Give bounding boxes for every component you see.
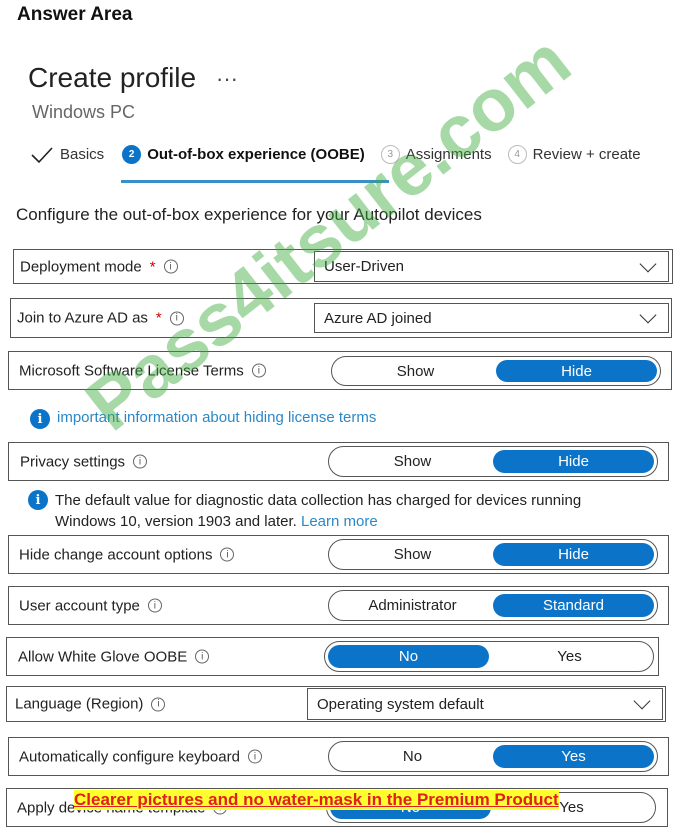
field-label: Deployment mode (20, 258, 142, 275)
privacy-toggle[interactable]: Show Hide (328, 446, 658, 477)
option-standard[interactable]: Standard (493, 594, 654, 617)
option-hide[interactable]: Hide (493, 450, 654, 473)
info-icon[interactable]: i (133, 454, 148, 469)
field-label: Allow White Glove OOBE (18, 648, 188, 665)
required-mark: * (149, 258, 156, 275)
join-azure-dropdown[interactable]: Azure AD joined (314, 303, 669, 333)
learn-more-link[interactable]: Learn more (301, 513, 378, 530)
user-account-type-toggle[interactable]: Administrator Standard (328, 590, 658, 621)
option-show[interactable]: Show (332, 543, 493, 566)
field-label: Automatically configure keyboard (19, 748, 240, 765)
keyboard-row: Automatically configure keyboard i No Yes (8, 737, 669, 776)
language-row: Language (Region) i Operating system defa… (6, 686, 666, 722)
active-tab-indicator (121, 180, 389, 183)
privacy-row: Privacy settings i Show Hide (8, 442, 669, 481)
step-number-icon: 3 (380, 145, 400, 164)
license-terms-row: Microsoft Software License Terms i Show Hi… (8, 351, 672, 390)
tab-review-create[interactable]: Review + create (533, 146, 641, 163)
info-icon[interactable]: i (251, 363, 266, 378)
white-glove-toggle[interactable]: No Yes (324, 641, 654, 672)
keyboard-toggle[interactable]: No Yes (328, 741, 658, 772)
join-azure-row: Join to Azure AD as * i Azure AD joined (10, 298, 672, 338)
dropdown-value: Azure AD joined (324, 309, 432, 327)
field-label: Join to Azure AD as (17, 309, 148, 327)
promo-banner: Clearer pictures and no water-mask in th… (74, 790, 559, 810)
dropdown-value: Operating system default (317, 695, 484, 713)
step-number-icon: 4 (507, 145, 527, 164)
language-dropdown[interactable]: Operating system default (307, 688, 663, 720)
white-glove-row: Allow White Glove OOBE i No Yes (6, 637, 659, 676)
tab-assignments[interactable]: Assignments (406, 146, 492, 163)
license-terms-toggle[interactable]: Show Hide (331, 356, 661, 386)
option-yes[interactable]: Yes (489, 645, 650, 668)
option-hide[interactable]: Hide (496, 360, 657, 382)
answer-area-title: Answer Area (17, 4, 133, 25)
privacy-info: i The default value for diagnostic data c… (28, 490, 581, 532)
deployment-mode-dropdown[interactable]: User-Driven (314, 251, 669, 282)
field-label: User account type (19, 597, 140, 614)
tab-basics[interactable]: Basics (60, 146, 104, 163)
chevron-down-icon (639, 306, 657, 324)
field-label: Language (Region) (15, 695, 144, 713)
info-icon[interactable]: i (247, 749, 262, 764)
info-circle-icon: i (28, 490, 48, 510)
info-icon[interactable]: i (195, 649, 210, 664)
info-circle-icon: i (30, 409, 50, 429)
deployment-mode-row: Deployment mode * i User-Driven (13, 249, 673, 284)
option-hide[interactable]: Hide (493, 543, 654, 566)
info-icon[interactable]: i (220, 547, 235, 562)
user-account-type-row: User account type i Administrator Standard (8, 586, 669, 625)
option-show[interactable]: Show (332, 450, 493, 473)
option-show[interactable]: Show (335, 360, 496, 382)
step-number-icon: 2 (122, 145, 142, 164)
tab-oobe[interactable]: Out-of-box experience (OOBE) (147, 146, 365, 163)
wizard-steps: Basics 2 Out-of-box experience (OOBE) 3 … (30, 145, 641, 164)
field-label: Microsoft Software License Terms (19, 362, 244, 379)
option-administrator[interactable]: Administrator (332, 594, 493, 617)
more-options-button[interactable]: ··· (216, 66, 238, 92)
license-info-link[interactable]: important information about hiding licen… (57, 409, 376, 429)
checkmark-icon (31, 146, 53, 163)
page-title: Create profile (28, 62, 197, 93)
info-icon[interactable]: i (147, 598, 162, 613)
chevron-down-icon (639, 255, 657, 272)
hide-change-account-row: Hide change account options i Show Hide (8, 535, 669, 574)
info-text: Windows 10, version 1903 and later. (55, 513, 297, 530)
option-no[interactable]: No (332, 745, 493, 768)
section-heading: Configure the out-of-box experience for … (16, 205, 482, 224)
field-label: Privacy settings (20, 453, 126, 470)
page-subtitle: Windows PC (32, 102, 136, 122)
dropdown-value: User-Driven (324, 258, 405, 275)
option-yes[interactable]: Yes (493, 745, 654, 768)
field-label: Hide change account options (19, 546, 213, 563)
hide-change-account-toggle[interactable]: Show Hide (328, 539, 658, 570)
required-mark: * (155, 309, 162, 327)
license-info: i important information about hiding lice… (30, 409, 376, 429)
option-no[interactable]: No (328, 645, 489, 668)
info-icon[interactable]: i (169, 311, 184, 325)
info-text: The default value for diagnostic data co… (55, 492, 582, 509)
chevron-down-icon (633, 692, 651, 710)
info-icon[interactable]: i (163, 259, 178, 274)
info-icon[interactable]: i (151, 697, 166, 711)
